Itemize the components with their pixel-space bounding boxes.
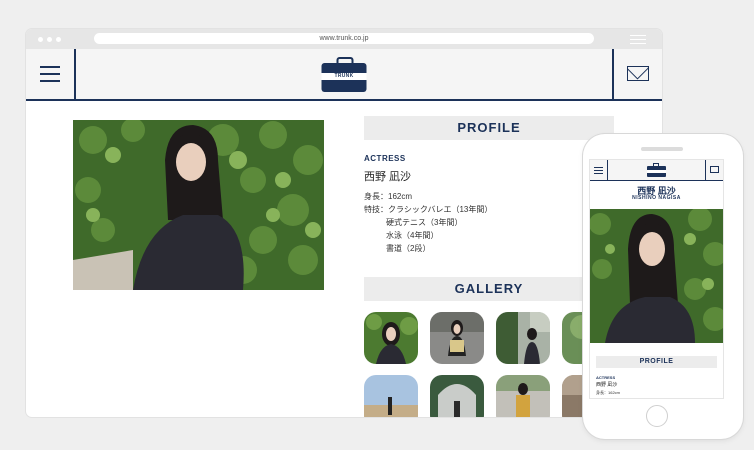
skill-item: 硬式テニス（3年間） <box>386 218 463 227</box>
mobile-device: 西野 凪沙 NISHINO NAGISA PROFILE ACTRESS 西野 … <box>583 134 743 439</box>
site-logo[interactable]: TRUNK <box>321 57 367 92</box>
mobile-screen: 西野 凪沙 NISHINO NAGISA PROFILE ACTRESS 西野 … <box>590 160 723 398</box>
gallery-thumbnail[interactable] <box>430 312 484 364</box>
skill-item: 書道（2段） <box>386 244 431 253</box>
mail-icon <box>710 166 719 173</box>
browser-menu-icon[interactable] <box>630 35 646 47</box>
gallery-thumbnail[interactable] <box>364 375 418 417</box>
browser-chrome: www.trunk.co.jp <box>26 29 662 49</box>
window-dot-icon[interactable] <box>56 37 61 42</box>
profile-hero-photo <box>73 120 324 290</box>
mail-icon <box>627 66 649 81</box>
site-header: TRUNK <box>26 49 662 101</box>
address-bar[interactable]: www.trunk.co.jp <box>94 33 594 44</box>
profile-section-title: PROFILE <box>364 116 614 140</box>
hamburger-menu-icon[interactable] <box>590 160 608 180</box>
height-info: 身長：162cm <box>364 192 413 201</box>
window-dot-icon[interactable] <box>47 37 52 42</box>
contact-button[interactable] <box>612 49 662 99</box>
skill-item: 水泳（4年間） <box>386 231 439 240</box>
mobile-site-header <box>590 160 723 181</box>
gallery-thumbnail[interactable] <box>496 312 550 364</box>
window-dot-icon[interactable] <box>38 37 43 42</box>
window-controls <box>38 37 61 42</box>
category-label: ACTRESS <box>364 154 406 163</box>
mobile-actress-name-en: NISHINO NAGISA <box>632 195 681 201</box>
gallery-thumbnail[interactable] <box>430 375 484 417</box>
site-logo[interactable] <box>647 163 666 177</box>
desktop-browser-window: www.trunk.co.jp TRUNK PROFILE ACTRESS 西野… <box>26 29 662 417</box>
mobile-category-label: ACTRESS <box>596 375 616 380</box>
home-button[interactable] <box>646 405 668 427</box>
skills-info: 特技：クラシックバレエ（13年間） <box>364 205 493 214</box>
logo-text: TRUNK <box>321 73 367 80</box>
mobile-actress-name-small: 西野 凪沙 <box>596 382 618 388</box>
hamburger-menu-icon[interactable] <box>26 49 76 99</box>
gallery-section-title: GALLERY <box>364 277 614 301</box>
mobile-profile-photo <box>590 209 723 343</box>
mobile-profile-section-title: PROFILE <box>596 356 717 368</box>
phone-speaker <box>641 147 683 151</box>
gallery-thumbnail[interactable] <box>496 375 550 417</box>
contact-button[interactable] <box>705 160 723 180</box>
actress-name: 西野 凪沙 <box>364 171 412 183</box>
gallery-thumbnail[interactable] <box>364 312 418 364</box>
mobile-height-info: 身長：162cm <box>596 390 621 395</box>
